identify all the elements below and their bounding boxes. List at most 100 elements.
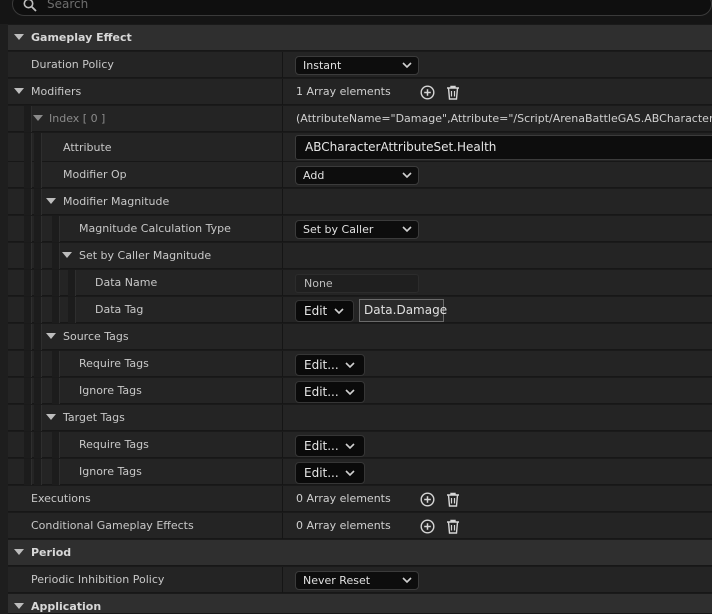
left-edge: [0, 24, 8, 614]
attribute-field[interactable]: ABCharacterAttributeSet.Health: [295, 135, 712, 160]
property-label: Set by Caller Magnitude: [79, 249, 212, 262]
triangle-down-icon[interactable]: [14, 549, 24, 555]
chevron-down-icon: [402, 62, 412, 69]
tag-chip[interactable]: Data.Damage: [359, 299, 447, 322]
row-data-tag: Data Tag Edit Data.Damage: [8, 297, 712, 323]
value-cell: [282, 189, 712, 215]
magnitude-calculation-type-dropdown[interactable]: Set by Caller: [295, 220, 419, 239]
property-label: Target Tags: [63, 411, 125, 424]
property-label: Duration Policy: [31, 58, 114, 71]
property-label: Require Tags: [79, 438, 149, 451]
row-conditional-gameplay-effects: Conditional Gameplay Effects 0 Array ele…: [8, 513, 712, 539]
indent-guide: [34, 133, 42, 162]
row-source-tags[interactable]: Source Tags: [8, 324, 712, 350]
indent-guide: [34, 189, 42, 215]
indent-guide: [52, 459, 60, 485]
row-duration-policy: Duration Policy Instant: [8, 52, 712, 78]
indent-guide: [24, 216, 32, 242]
trash-icon[interactable]: [446, 85, 460, 100]
data-name-field[interactable]: None: [295, 274, 419, 293]
triangle-down-icon[interactable]: [46, 333, 56, 339]
category-application[interactable]: Application: [8, 594, 712, 614]
chevron-down-icon: [402, 172, 412, 179]
indent-guide: [34, 162, 42, 188]
triangle-down-icon[interactable]: [46, 198, 56, 204]
button-label: Edit...: [304, 385, 339, 399]
indent-guide: [24, 378, 32, 404]
category-label: Period: [31, 546, 72, 559]
chevron-down-icon: [345, 443, 355, 450]
value-cell: 0 Array elements: [282, 513, 712, 539]
row-target-tags[interactable]: Target Tags: [8, 405, 712, 431]
chevron-down-icon: [334, 308, 344, 315]
search-box[interactable]: [12, 0, 712, 16]
indent-guide: [24, 297, 32, 323]
triangle-down-icon[interactable]: [33, 115, 43, 121]
property-label: Modifiers: [31, 85, 82, 98]
category-gameplay-effect[interactable]: Gameplay Effect: [8, 25, 712, 51]
category-period[interactable]: Period: [8, 540, 712, 566]
array-count: 0 Array elements: [296, 492, 391, 505]
indent-guide: [34, 459, 42, 485]
row-modifiers[interactable]: Modifiers 1 Array elements: [8, 79, 712, 105]
indent-guide: [52, 432, 60, 458]
button-label: Edit...: [304, 466, 339, 480]
periodic-inhibition-policy-dropdown[interactable]: Never Reset: [295, 571, 419, 590]
row-modifier-magnitude[interactable]: Modifier Magnitude: [8, 189, 712, 215]
indent-guide: [52, 216, 60, 242]
edit-tags-button[interactable]: Edit...: [295, 462, 365, 484]
indent-guide: [34, 297, 42, 323]
edit-tags-button[interactable]: Edit...: [295, 381, 365, 403]
triangle-down-icon[interactable]: [62, 252, 72, 258]
property-label: Attribute: [63, 141, 112, 154]
button-label: Edit: [304, 304, 328, 318]
property-label: Require Tags: [79, 357, 149, 370]
chevron-down-icon: [345, 470, 355, 477]
trash-icon[interactable]: [446, 492, 460, 507]
chevron-down-icon: [402, 577, 412, 584]
indent-guide: [24, 270, 32, 296]
edit-tags-button[interactable]: Edit...: [295, 435, 365, 457]
button-label: Edit...: [304, 358, 339, 372]
dropdown-value: Add: [303, 169, 325, 182]
add-circle-icon[interactable]: [420, 519, 435, 534]
edit-tag-button[interactable]: Edit: [295, 300, 354, 322]
property-label: Magnitude Calculation Type: [79, 222, 231, 235]
property-label: Data Name: [95, 276, 158, 289]
property-label: Executions: [31, 492, 91, 505]
search-bar-area: [0, 0, 712, 24]
triangle-down-icon[interactable]: [14, 34, 24, 40]
indent-guide: [52, 243, 60, 269]
modifier-op-dropdown[interactable]: Add: [295, 166, 419, 185]
search-input[interactable]: [45, 0, 689, 14]
triangle-down-icon[interactable]: [14, 88, 24, 94]
add-circle-icon[interactable]: [420, 492, 435, 507]
row-source-require-tags: Require Tags Edit...: [8, 351, 712, 377]
row-index-0[interactable]: Index [ 0 ] (AttributeName="Damage",Attr…: [8, 106, 712, 132]
category-label: Gameplay Effect: [31, 31, 132, 44]
indent-guide: [24, 459, 32, 485]
edit-tags-button[interactable]: Edit...: [295, 354, 365, 376]
value-cell: Edit...: [282, 459, 712, 485]
value-cell: Never Reset: [282, 567, 712, 593]
add-circle-icon[interactable]: [420, 85, 435, 100]
duration-policy-dropdown[interactable]: Instant: [295, 56, 419, 75]
value-cell: Add: [282, 162, 712, 188]
row-set-by-caller-magnitude[interactable]: Set by Caller Magnitude: [8, 243, 712, 269]
indent-guide: [34, 351, 42, 377]
triangle-down-icon[interactable]: [46, 414, 56, 420]
value-cell: 0 Array elements: [282, 486, 712, 512]
data-name-value: None: [304, 277, 333, 290]
dropdown-value: Never Reset: [303, 574, 371, 587]
indent-guide: [34, 405, 42, 431]
row-executions: Executions 0 Array elements: [8, 486, 712, 512]
index-value-text: (AttributeName="Damage",Attribute="/Scri…: [296, 112, 712, 125]
chevron-down-icon: [345, 389, 355, 396]
row-modifier-op: Modifier Op Add: [8, 162, 712, 188]
indent-guide: [24, 189, 32, 215]
button-label: Edit...: [304, 439, 339, 453]
indent-guide: [24, 106, 32, 132]
trash-icon[interactable]: [446, 519, 460, 534]
indent-guide: [68, 297, 76, 323]
triangle-down-icon[interactable]: [14, 603, 24, 609]
